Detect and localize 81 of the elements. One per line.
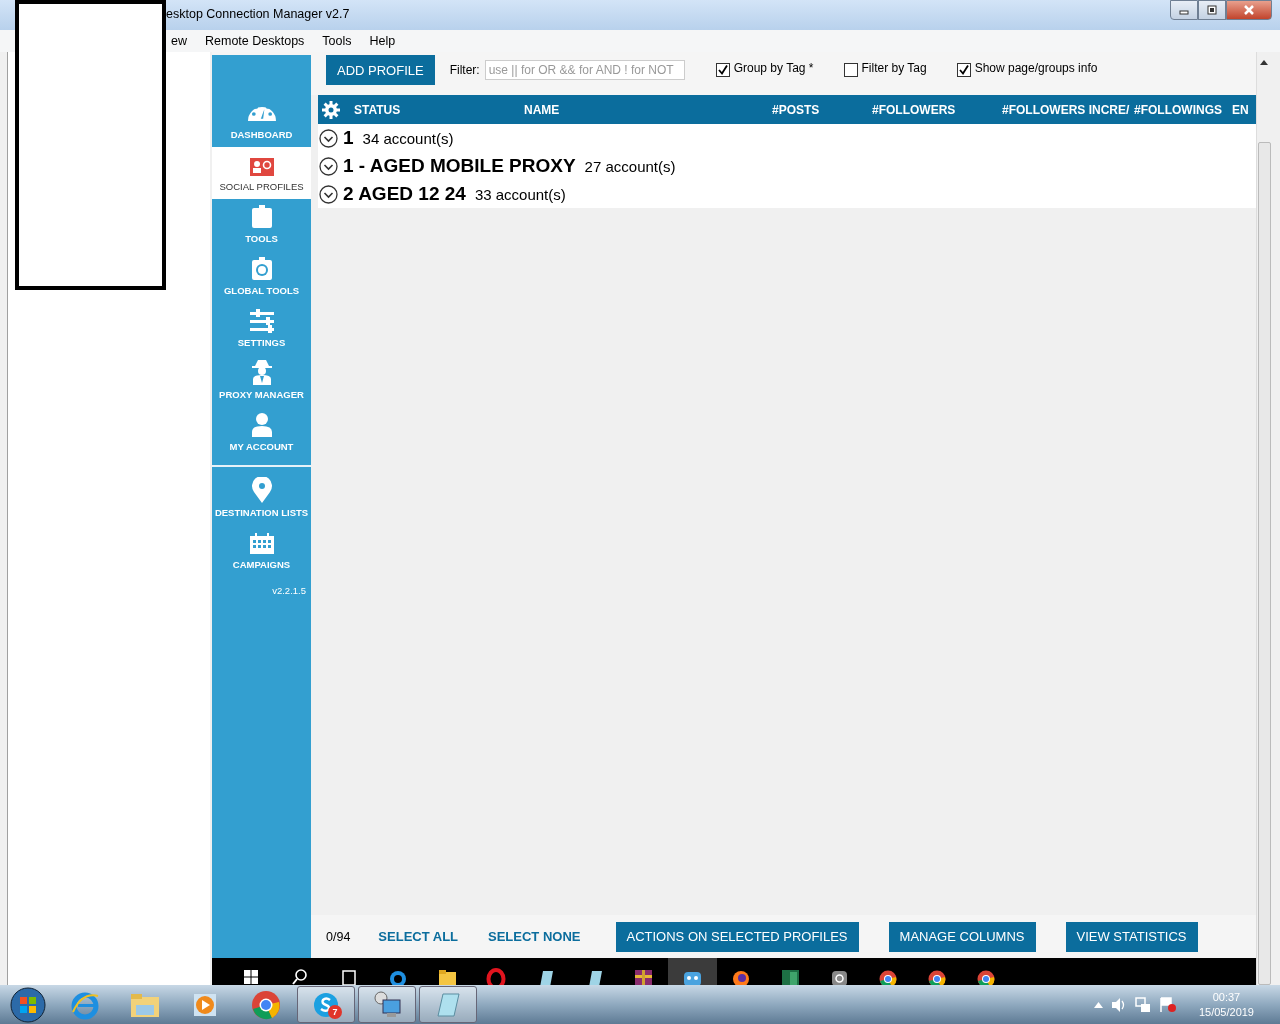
rdcman-taskbar-button[interactable] <box>358 986 416 1023</box>
selection-count: 0/94 <box>326 929 351 944</box>
column-header[interactable]: EN <box>1232 102 1254 117</box>
sidebar-item[interactable]: SETTINGS <box>212 303 311 355</box>
settings-icon[interactable] <box>322 100 340 119</box>
sidebar-item[interactable]: MY ACCOUNT <box>212 407 311 459</box>
checkbox-label: Group by Tag * <box>733 61 814 75</box>
filter-field[interactable]: use || for OR && for AND ! for NOT <box>484 60 685 80</box>
group-count: 34 account(s) <box>362 129 454 147</box>
column-header[interactable]: STATUS <box>354 102 524 117</box>
sidebar-item[interactable]: SOCIAL PROFILES <box>212 147 311 199</box>
sidebar-item[interactable]: PROXY MANAGER <box>212 355 311 407</box>
volume-icon[interactable] <box>1110 996 1127 1013</box>
checkmark-icon <box>957 64 970 76</box>
close-icon <box>1243 5 1255 15</box>
scrollbar[interactable] <box>1256 52 1272 985</box>
notepad-taskbar-button[interactable] <box>419 986 477 1023</box>
profile-card-icon <box>248 157 275 177</box>
clock[interactable]: 00:37 15/05/2019 <box>1198 989 1254 1020</box>
sliders-icon <box>248 309 275 333</box>
group-name: 2 AGED 12 24 <box>343 183 466 205</box>
spreadsheet-icon[interactable] <box>780 967 801 985</box>
restore-icon <box>1207 5 1217 15</box>
chevron-down-icon[interactable] <box>319 184 338 204</box>
sidebar-item[interactable]: DASHBOARD <box>212 95 311 147</box>
gauge-icon <box>247 107 276 121</box>
sidebar-item[interactable]: DESTINATION LISTS <box>212 473 311 525</box>
flag-icon[interactable] <box>1158 996 1177 1013</box>
column-header[interactable]: #FOLLOWERS INCRE/ <box>1002 102 1134 117</box>
footer-button[interactable]: MANAGE COLUMNS <box>888 921 1036 952</box>
spy-icon <box>250 359 273 385</box>
calendar-icon <box>248 533 275 555</box>
scroll-up-icon <box>1260 60 1268 65</box>
column-header[interactable]: #FOLLOWINGS <box>1134 102 1232 117</box>
column-header[interactable]: #POSTS <box>772 102 872 117</box>
chevron-down-icon[interactable] <box>319 128 338 148</box>
group-name: 1 - AGED MOBILE PROXY <box>343 155 576 177</box>
menu-item[interactable]: Tools <box>313 34 361 48</box>
map-pin-icon <box>250 477 273 503</box>
person-icon <box>250 413 273 437</box>
footer-button[interactable]: ACTIONS ON SELECTED PROFILES <box>615 921 859 952</box>
notepad-icon <box>434 990 462 1019</box>
checkbox[interactable] <box>843 63 858 77</box>
checkbox[interactable] <box>956 63 971 77</box>
archive-icon[interactable] <box>633 967 654 985</box>
clipboard-globe-icon <box>250 257 273 281</box>
menu-item[interactable]: Help <box>360 34 405 48</box>
checkbox-label: Show page/groups info <box>974 61 1098 75</box>
media-player-icon[interactable] <box>192 991 218 1018</box>
folder-icon[interactable] <box>437 967 458 985</box>
close-button[interactable] <box>1226 0 1272 20</box>
notification-badge: 7 <box>328 1005 342 1019</box>
version-label: v2.2.1.5 <box>271 584 307 596</box>
maximize-button[interactable] <box>1198 0 1226 20</box>
start-button[interactable] <box>9 986 46 1023</box>
select-link[interactable]: SELECT NONE <box>488 929 581 944</box>
add-profile-button[interactable]: ADD PROFILE <box>326 55 435 85</box>
select-link[interactable]: SELECT ALL <box>378 929 459 944</box>
group-name: 1 <box>343 127 354 149</box>
menu-item[interactable]: Remote Desktops <box>196 34 314 48</box>
group-count: 33 account(s) <box>474 185 566 203</box>
window-title: esktop Connection Manager v2.7 <box>166 7 350 21</box>
column-header[interactable]: NAME <box>524 102 772 117</box>
sidebar-item[interactable]: CAMPAIGNS <box>212 525 311 577</box>
footer-button[interactable]: VIEW STATISTICS <box>1065 921 1198 952</box>
checkmark-icon <box>716 64 729 76</box>
group-count: 27 account(s) <box>584 157 676 175</box>
computer-icon <box>371 989 403 1020</box>
tray-arrow-icon[interactable] <box>1093 1001 1103 1008</box>
checkbox-label: Filter by Tag <box>861 61 927 75</box>
opera-icon[interactable] <box>486 967 507 985</box>
menu-item[interactable]: ew <box>162 34 196 48</box>
chevron-down-icon[interactable] <box>319 156 338 176</box>
filter-label: Filter: <box>449 63 480 77</box>
skype-taskbar-button[interactable]: 7 <box>297 986 355 1023</box>
clipboard-icon <box>250 205 273 229</box>
sidebar-item[interactable]: GLOBAL TOOLS <box>212 251 311 303</box>
network-icon[interactable] <box>1134 996 1151 1013</box>
column-header[interactable]: #FOLLOWERS <box>872 102 1002 117</box>
sidebar-item[interactable]: TOOLS <box>212 199 311 251</box>
checkbox[interactable] <box>715 63 730 77</box>
